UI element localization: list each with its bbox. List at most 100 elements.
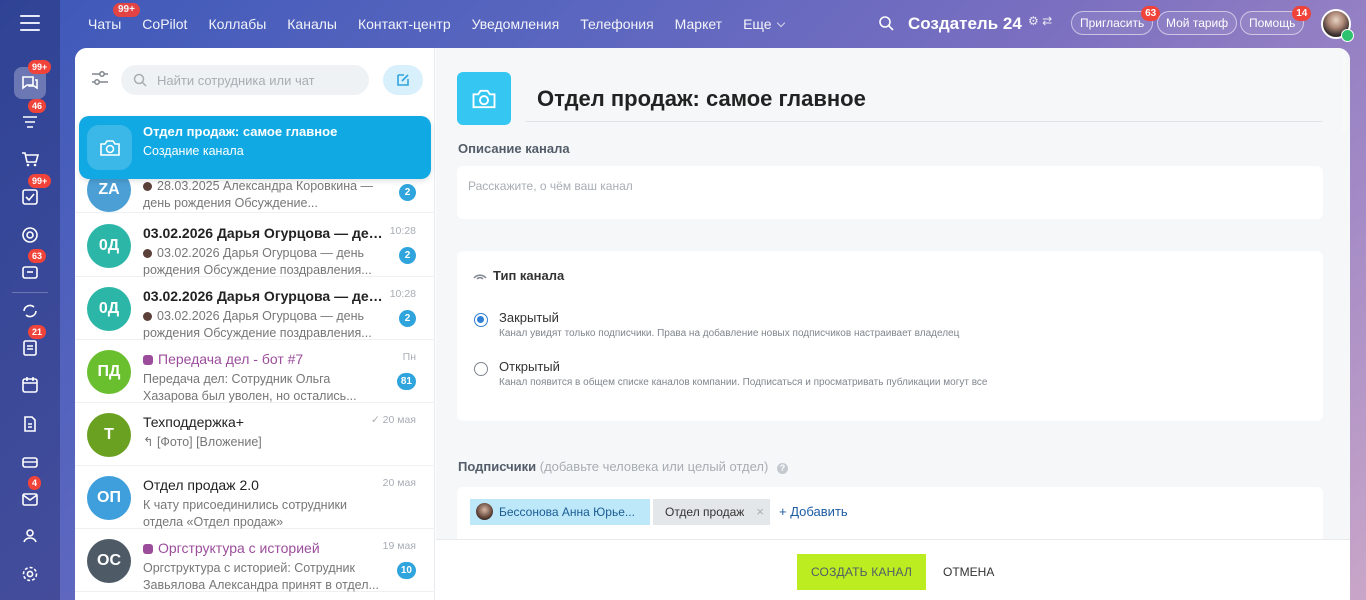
sidebar-sync[interactable] [14, 295, 46, 327]
help-icon[interactable]: ? [776, 463, 788, 474]
new-chat-button[interactable] [383, 65, 423, 95]
description-field[interactable]: Расскажите, о чём ваш канал [457, 166, 1323, 219]
channel-title-text: Отдел продаж: самое главное [537, 86, 866, 111]
unread-count: 2 [399, 184, 416, 201]
brand-logo[interactable]: Создатель 24 [908, 14, 1022, 34]
plus-icon: + [779, 504, 791, 519]
description-label: Описание канала [458, 141, 570, 156]
chat-item[interactable]: ОС Оргструктура с историей 19 мая Оргстр… [75, 529, 435, 592]
sidebar-settings[interactable] [14, 558, 46, 590]
description-placeholder: Расскажите, о чём ваш канал [468, 179, 633, 193]
chat-item[interactable]: ОП Отдел продаж 2.0 20 мая К чату присое… [75, 466, 435, 529]
chat-list-panel: ZA 28.03.2025 Александра Коровкина — ден… [75, 48, 435, 600]
people-icon [23, 529, 37, 543]
radio-open[interactable] [474, 362, 488, 376]
sidebar-docs[interactable]: 21 [14, 325, 47, 364]
search-input[interactable] [157, 65, 357, 95]
active-chat-name: Отдел продаж: самое главное [143, 124, 338, 139]
chat-item[interactable]: ZA 28.03.2025 Александра Коровкина — ден… [75, 168, 435, 214]
nav-more[interactable]: Еще [743, 16, 785, 32]
read-check-icon: ✓ [370, 414, 383, 426]
open-title: Открытый [499, 359, 560, 374]
subscriber-chip-dept[interactable]: Отдел продаж × [653, 499, 770, 525]
mail-badge: 4 [28, 476, 42, 490]
tasks-icon [22, 189, 38, 205]
cancel-button[interactable]: ОТМЕНА [937, 554, 1000, 590]
nav-copilot[interactable]: CoPilot [142, 16, 187, 32]
brand-settings-icon[interactable]: ⚙ ⇄ [1028, 14, 1052, 28]
remove-icon[interactable]: × [756, 499, 764, 525]
top-bar: Чаты 99+ CoPilot Коллабы Каналы Контакт-… [60, 0, 1366, 48]
subscribers-hint: (добавьте человека или целый отдел) [539, 459, 769, 474]
nav-chats[interactable]: Чаты 99+ [88, 3, 140, 32]
invite-button[interactable]: Пригласить 63 [1071, 6, 1161, 35]
subscribers-field[interactable]: Бессонова Анна Юрье... Отдел продаж × + … [457, 487, 1323, 547]
tariff-button[interactable]: Мой тариф [1157, 11, 1238, 35]
chat-item[interactable]: ПД Передача дел - бот #7 Пн Передача дел… [75, 340, 435, 403]
subscriber-chip-user[interactable]: Бессонова Анна Юрье... [470, 499, 650, 525]
sidebar-mail[interactable]: 4 [14, 476, 46, 515]
chat-preview-text: 03.02.2026 Дарья Огурцова — день рождени… [143, 246, 372, 277]
menu-icon[interactable] [20, 15, 40, 31]
add-subscriber-label: Добавить [790, 504, 848, 519]
sidebar-storage[interactable] [14, 446, 46, 478]
invite-label: Пригласить [1080, 16, 1145, 30]
nav-contact-center[interactable]: Контакт-центр [358, 16, 451, 32]
bot-icon [143, 544, 153, 554]
chat-items: ZA 28.03.2025 Александра Коровкина — ден… [75, 108, 435, 600]
sidebar-tasks[interactable]: 99+ [14, 174, 52, 213]
unread-count: 2 [399, 247, 416, 264]
sidebar-goals[interactable] [14, 219, 46, 251]
nav-telephony[interactable]: Телефония [580, 16, 653, 32]
chat-preview: 03.02.2026 Дарья Огурцова — день рождени… [143, 245, 383, 281]
nav-notifications[interactable]: Уведомления [472, 16, 560, 32]
chat-preview: 03.02.2026 Дарья Огурцова — день рождени… [143, 308, 383, 344]
subscriber-avatar [476, 503, 493, 520]
add-subscriber-link[interactable]: + Добавить [779, 499, 848, 525]
chat-preview: Передача дел: Сотрудник Ольга Хазарова б… [143, 372, 357, 403]
chat-search[interactable] [121, 65, 369, 95]
crm-badge: 63 [28, 249, 47, 263]
sidebar-chat[interactable]: 99+ [14, 60, 52, 99]
chat-item[interactable]: 0Д 03.02.2026 Дарья Огурцова — день... 1… [75, 277, 435, 340]
nav-collabs[interactable]: Коллабы [208, 16, 266, 32]
chat-time: 19 мая [382, 540, 416, 552]
channel-type-label-text: Тип канала [493, 268, 565, 283]
chat-item[interactable]: 0Д 03.02.2026 Дарья Огурцова — день... 1… [75, 214, 435, 277]
chat-preview-text: 28.03.2025 Александра Коровкина — день р… [143, 179, 374, 210]
crm-icon [22, 266, 38, 279]
chat-avatar: ОП [87, 476, 131, 520]
feed-icon [23, 116, 37, 128]
sidebar-shop[interactable] [14, 143, 46, 175]
drive-icon [22, 457, 38, 468]
nav-channels[interactable]: Каналы [287, 16, 337, 32]
search-icon [133, 73, 147, 87]
help-button[interactable]: Помощь 14 [1240, 6, 1312, 35]
sidebar-files[interactable] [14, 408, 46, 440]
closed-title: Закрытый [499, 310, 559, 325]
channel-title-input[interactable]: Отдел продаж: самое главное [526, 76, 1322, 122]
open-desc: Канал появится в общем списке каналов ко… [499, 377, 988, 388]
chat-item[interactable]: Т Техподдержка+ ✓ 20 мая ↰ [Фото] [Вложе… [75, 403, 435, 466]
chat-preview: 28.03.2025 Александра Коровкина — день р… [143, 178, 383, 214]
sync-icon [23, 304, 37, 318]
sidebar-calendar[interactable] [14, 369, 46, 401]
nav-market[interactable]: Маркет [675, 16, 722, 32]
search-icon[interactable] [878, 15, 894, 31]
user-avatar[interactable] [1321, 9, 1354, 42]
sidebar-employees[interactable] [14, 520, 46, 552]
sidebar-feed[interactable]: 46 [14, 99, 47, 138]
sidebar-crm[interactable]: 63 [14, 249, 47, 288]
filter-icon[interactable] [91, 70, 109, 86]
create-channel-button[interactable]: СОЗДАТЬ КАНАЛ [797, 554, 926, 590]
chat-time: Пн [402, 351, 416, 363]
unread-count: 10 [396, 562, 416, 579]
chat-item-active[interactable]: Отдел продаж: самое главное Создание кан… [79, 116, 431, 179]
feed-badge: 46 [28, 99, 47, 113]
subscriber-dept-name: Отдел продаж [665, 505, 745, 519]
author-avatar-icon [143, 249, 152, 258]
radio-closed[interactable] [474, 313, 488, 327]
channel-avatar-upload[interactable] [457, 72, 511, 125]
chat-time: 10:28 [389, 288, 416, 300]
scrollbar[interactable] [1342, 52, 1346, 132]
